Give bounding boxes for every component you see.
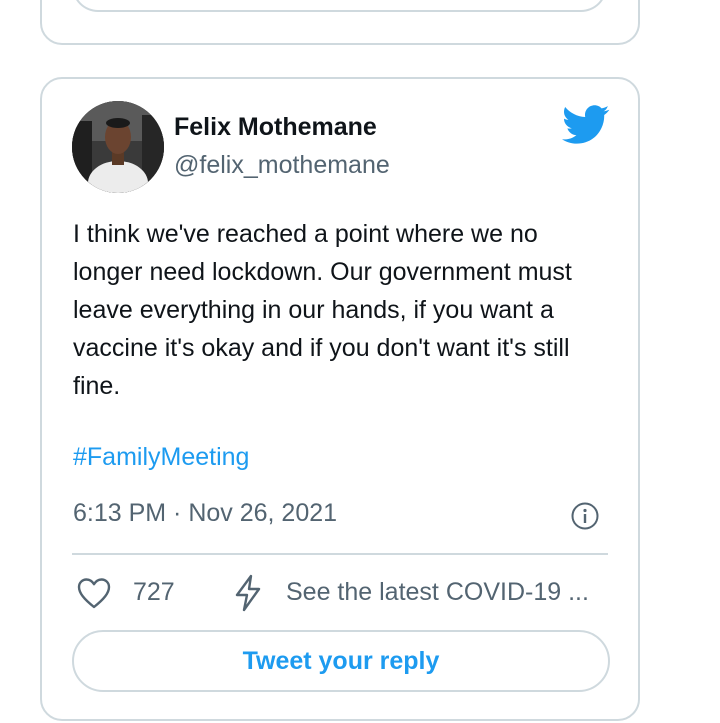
author-handle[interactable]: @felix_mothemane: [174, 151, 390, 180]
avatar[interactable]: [72, 101, 164, 193]
twitter-bird-icon[interactable]: [562, 105, 610, 145]
lightning-bolt-icon[interactable]: [232, 574, 264, 612]
author-name[interactable]: Felix Mothemane: [174, 113, 377, 142]
tweet-timestamp[interactable]: 6:13 PM · Nov 26, 2021: [73, 499, 337, 528]
previous-tweet-card: [40, 0, 640, 45]
heart-icon[interactable]: [76, 576, 112, 612]
tweet-text: I think we've reached a point where we n…: [73, 220, 572, 400]
tweet-card[interactable]: Felix Mothemane @felix_mothemane I think…: [40, 77, 640, 721]
info-icon[interactable]: [570, 501, 600, 531]
avatar-photo: [72, 101, 164, 193]
covid-info-link[interactable]: See the latest COVID-19 ...: [286, 578, 589, 607]
hashtag-link[interactable]: #FamilyMeeting: [73, 443, 249, 472]
previous-reply-button[interactable]: [72, 0, 607, 12]
tweet-reply-button[interactable]: Tweet your reply: [72, 630, 610, 692]
divider: [72, 553, 608, 555]
like-count[interactable]: 727: [133, 578, 175, 607]
